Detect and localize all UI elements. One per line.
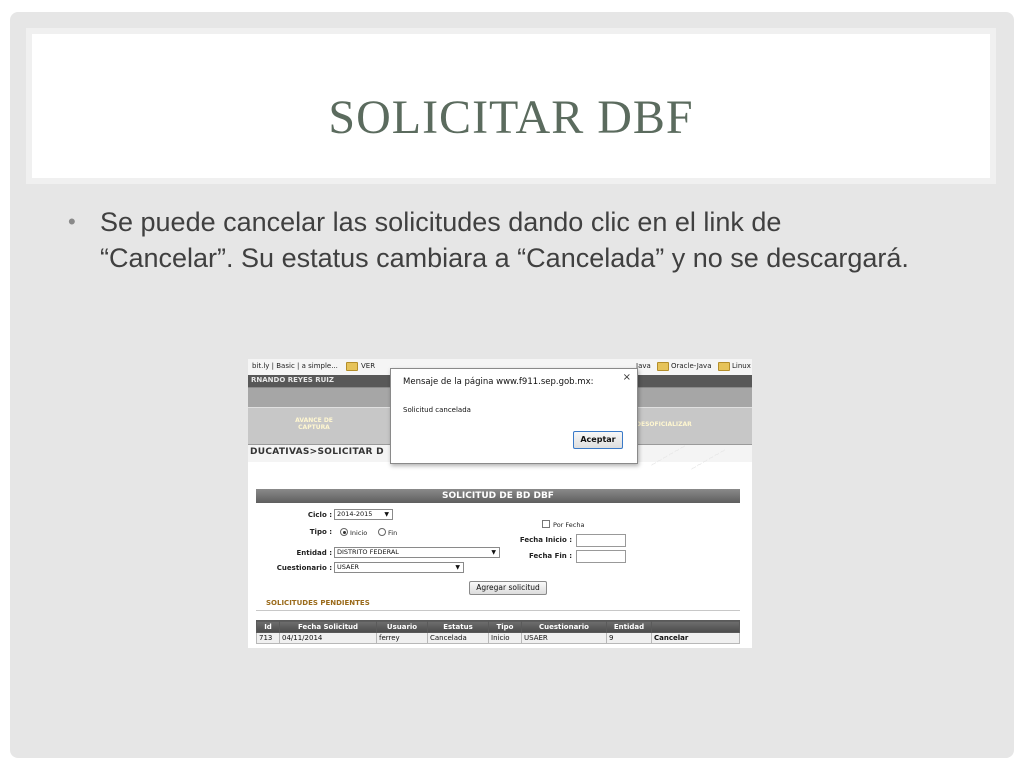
folder-icon xyxy=(346,362,358,371)
tipo-fin-label: Fin xyxy=(388,529,398,537)
entidad-select[interactable]: DISTRITO FEDERAL ▼ xyxy=(334,547,500,558)
cell-cuestionario: USAER xyxy=(521,632,607,644)
col-id: Id xyxy=(256,620,280,633)
ciclo-value: 2014-2015 xyxy=(337,510,373,518)
solicitudes-table: Id Fecha Solicitud Usuario Estatus Tipo … xyxy=(256,620,740,644)
fecha-fin-label: Fecha Fin : xyxy=(529,552,572,560)
por-fecha-label: Por Fecha xyxy=(553,521,585,529)
por-fecha-checkbox[interactable] xyxy=(542,520,550,528)
agregar-solicitud-button[interactable]: Agregar solicitud xyxy=(469,581,547,595)
cell-tipo: Inicio xyxy=(488,632,522,644)
close-icon[interactable]: × xyxy=(623,372,631,383)
cell-estatus: Cancelada xyxy=(427,632,489,644)
divider xyxy=(256,610,740,611)
pendientes-title: SOLICITUDES PENDIENTES xyxy=(266,599,370,607)
bookmark-oracle-java[interactable]: Oracle-Java xyxy=(671,362,711,370)
cell-entidad: 9 xyxy=(606,632,652,644)
bookmark-java[interactable]: Java xyxy=(636,362,651,370)
menu-desoficializar[interactable]: DESOFICIALIZAR xyxy=(636,421,692,428)
fecha-inicio-input[interactable] xyxy=(576,534,626,547)
dialog-title: Mensaje de la página www.f911.sep.gob.mx… xyxy=(403,377,594,387)
cuestionario-select[interactable]: USAER ▼ xyxy=(334,562,464,573)
cuestionario-label: Cuestionario : xyxy=(276,564,332,572)
ciclo-select[interactable]: 2014-2015 ▼ xyxy=(334,509,393,520)
form-header: SOLICITUD DE BD DBF xyxy=(256,489,740,503)
tipo-label: Tipo : xyxy=(309,528,332,536)
cell-id: 713 xyxy=(256,632,280,644)
tipo-fin-radio[interactable] xyxy=(378,528,386,536)
ciclo-label: Ciclo : xyxy=(307,511,332,519)
bookmark-bitly[interactable]: bit.ly | Basic | a simple... xyxy=(252,362,338,370)
col-tipo: Tipo xyxy=(488,620,522,633)
title-box: SOLICITAR DBF xyxy=(32,34,990,178)
bullet-icon: • xyxy=(68,209,76,234)
tipo-inicio-label: Inicio xyxy=(350,529,368,537)
fecha-fin-input[interactable] xyxy=(576,550,626,563)
bookmark-ver[interactable]: VER xyxy=(361,362,375,370)
bullet-point: • Se puede cancelar las solicitudes dand… xyxy=(68,204,912,276)
dropdown-arrow-icon: ▼ xyxy=(455,564,460,571)
col-cuestionario: Cuestionario xyxy=(521,620,607,633)
col-estatus: Estatus xyxy=(427,620,489,633)
dropdown-arrow-icon: ▼ xyxy=(384,511,389,518)
user-name: RNANDO REYES RUIZ xyxy=(251,376,334,384)
cancelar-link[interactable]: Cancelar xyxy=(651,632,740,644)
aceptar-button[interactable]: Aceptar xyxy=(573,431,623,449)
dropdown-arrow-icon: ▼ xyxy=(491,549,496,556)
table-row: 713 04/11/2014 ferrey Cancelada Inicio U… xyxy=(256,632,740,644)
alert-dialog: Mensaje de la página www.f911.sep.gob.mx… xyxy=(390,368,638,464)
breadcrumb: DUCATIVAS>SOLICITAR D xyxy=(250,447,384,457)
fecha-inicio-label: Fecha Inicio : xyxy=(519,536,572,544)
entidad-label: Entidad : xyxy=(296,549,333,557)
bullet-text: Se puede cancelar las solicitudes dando … xyxy=(100,207,909,273)
menu-avance-captura[interactable]: AVANCE DE CAPTURA xyxy=(288,417,340,431)
cell-fecha: 04/11/2014 xyxy=(279,632,377,644)
tipo-inicio-radio[interactable] xyxy=(340,528,348,536)
table-header-row: Id Fecha Solicitud Usuario Estatus Tipo … xyxy=(256,620,740,633)
cuestionario-value: USAER xyxy=(337,563,360,571)
col-fecha-solicitud: Fecha Solicitud xyxy=(279,620,377,633)
folder-icon xyxy=(718,362,730,371)
entidad-value: DISTRITO FEDERAL xyxy=(337,548,399,556)
slide-title: SOLICITAR DBF xyxy=(328,91,694,144)
folder-icon xyxy=(657,362,669,371)
bookmark-linux[interactable]: Linux xyxy=(732,362,751,370)
cell-usuario: ferrey xyxy=(376,632,428,644)
col-entidad: Entidad xyxy=(606,620,652,633)
dialog-message: Solicitud cancelada xyxy=(403,406,471,414)
col-action xyxy=(651,620,740,633)
col-usuario: Usuario xyxy=(376,620,428,633)
